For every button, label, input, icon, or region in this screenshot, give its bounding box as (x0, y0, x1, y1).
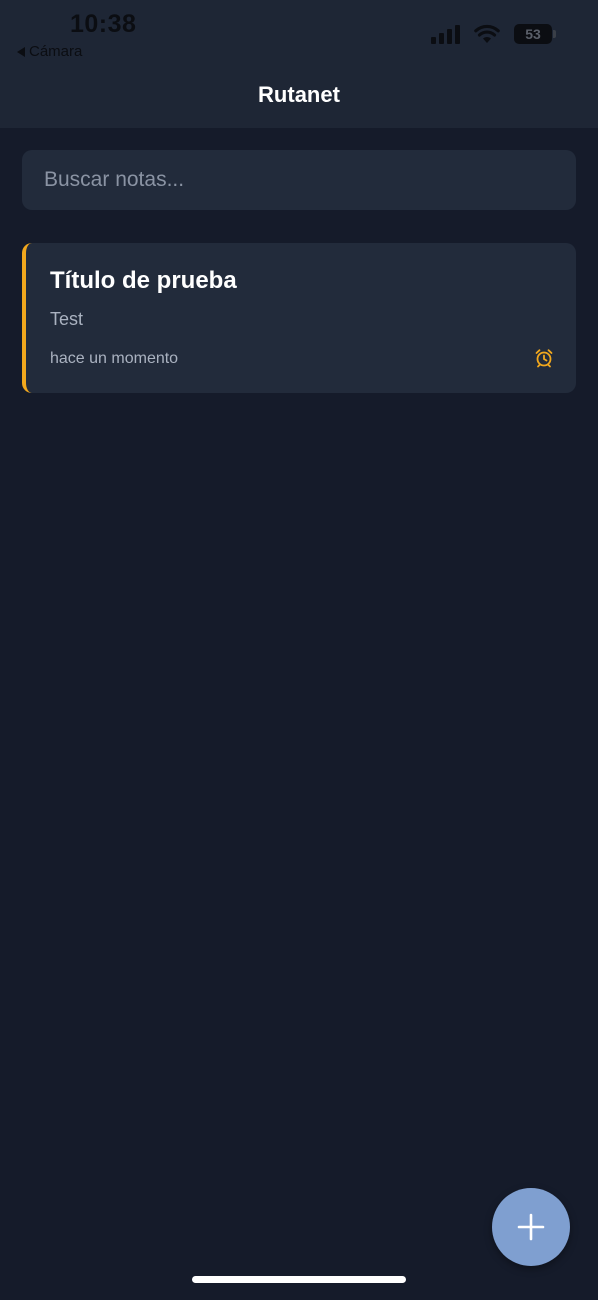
status-icons: 53 (431, 24, 556, 44)
home-indicator[interactable] (192, 1276, 406, 1283)
page-title: Rutanet (258, 82, 340, 107)
cellular-signal-icon (431, 24, 460, 44)
add-note-button[interactable] (492, 1188, 570, 1266)
plus-icon (517, 1213, 545, 1241)
battery-level: 53 (525, 26, 541, 42)
back-arrow-icon (17, 46, 25, 57)
wifi-icon (474, 24, 500, 43)
note-timestamp: hace un momento (50, 350, 179, 367)
back-label: Cámara (29, 43, 83, 60)
note-body: Test (50, 309, 84, 329)
note-title: Título de prueba (50, 267, 237, 294)
top-bar: 10:38 Cámara 53 Rutanet (0, 0, 598, 128)
alarm-icon (535, 349, 553, 368)
status-time: 10:38 (70, 10, 137, 38)
note-card[interactable]: Título de prueba Test hace un momento (22, 243, 576, 393)
app-screen: 10:38 Cámara 53 Rutanet Título d (0, 0, 598, 1300)
back-to-camera-link[interactable]: Cámara (17, 43, 82, 60)
battery-icon: 53 (514, 24, 556, 44)
search-input[interactable] (22, 150, 576, 210)
